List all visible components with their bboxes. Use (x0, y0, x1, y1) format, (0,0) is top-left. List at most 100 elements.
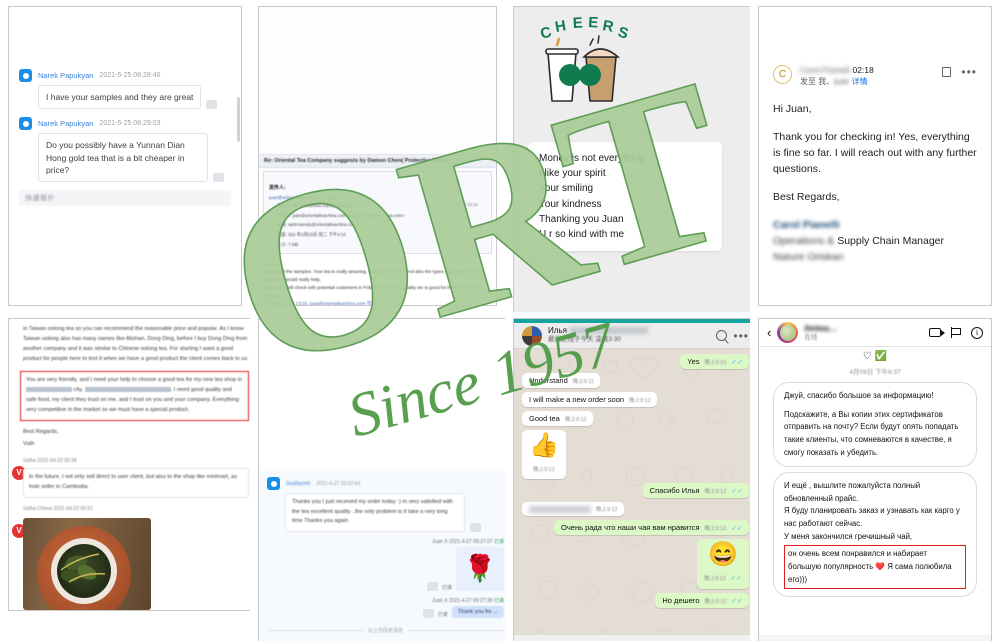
sticker-chat-panel: C H E E R S Money is not everything I li… (513, 6, 750, 312)
whatsapp-panel: Илья 最后上线于今天 凌晨3:30 ••• Yes 晚上9:10 ✓✓ Un… (513, 318, 750, 641)
email-quote-line: 在 2021-05-25 13:25, juan@orientalteachin… (265, 300, 378, 306)
sender-name: Narek Papukyan (38, 119, 94, 129)
message-timestamp: 晚上9:12 (704, 489, 727, 495)
whatsapp-header: Илья 最后上线于今天 凌晨3:30 ••• (514, 323, 750, 349)
outgoing-message: Juan X 2021-4-27 09:27:38 已读 已读 Thank yo… (267, 597, 504, 618)
message-timestamp: 2021-5-25 06:29:03 (99, 120, 161, 128)
more-options-icon[interactable]: ••• (961, 66, 977, 78)
read-receipt-icon: ✓✓ (731, 598, 743, 605)
avatar (19, 117, 32, 131)
svg-text:H: H (554, 17, 568, 36)
email-meta-bcc: 抄送: web<wendy@orientalteachina.com> (277, 222, 360, 228)
gmail-message-header: C Carol Pianelli 02:18 发至 我、juan 详情 ••• (773, 65, 977, 88)
message-timestamp: 2021-4-27 09:27:38 (448, 597, 493, 604)
testimonial-panel: in Taiwan oolong tea so you can recommen… (8, 318, 250, 611)
divider-label: 以上为历史消息 (368, 627, 404, 634)
dm-paragraph: У меня закончился гречишный чай, (784, 531, 913, 541)
cell-alibaba-chat-2: Southporth 2021-4-27 09:02:43 Thanks you… (250, 312, 505, 641)
info-icon[interactable]: i (971, 326, 983, 339)
chat-message: Но дешего 晚上9:12 ✓✓ (522, 593, 749, 608)
sender-name: Southporth (286, 480, 311, 487)
quote-button[interactable] (426, 581, 438, 591)
signature-role: Operations & Supply Chain Manager (773, 234, 945, 247)
svg-text:E: E (572, 17, 583, 32)
message-header: Narek Papukyan 2021-5-25 06:28:46 (19, 69, 231, 82)
tea-stems (60, 553, 106, 583)
message-timestamp: 晚上9:11 (572, 379, 595, 385)
email-body: Hello, I received the samples. Your tea … (259, 257, 496, 306)
chat-message: Очень рада что наши чая вам нравится 晚上9… (522, 520, 749, 535)
cell-instagram: ‹ ilmtea… 在线 i ♡ ✅ 4月09日 下午6:37 Джуй, сп… (750, 312, 1000, 641)
message-bubble: Спасибо Илья 晚上9:12 ✓✓ (642, 483, 749, 498)
dm-paragraph: И ещё , вышлите пожалуйста полный обновл… (784, 481, 921, 503)
avatar[interactable] (522, 325, 542, 346)
search-icon[interactable] (716, 330, 728, 341)
flag-icon[interactable] (951, 327, 962, 338)
message-reactions[interactable]: ♡ ✅ (759, 347, 991, 362)
message-bubble-row: Do you possibly have a Yunnan Dian Hong … (19, 133, 231, 183)
dm-paragraph: Джуй, спасибо большое за информацию! (784, 391, 934, 400)
recipients-prefix: 发至 我、 (800, 77, 835, 87)
message-timestamp: 晚上9:12 (596, 507, 618, 513)
message-bubble: Очень рада что наши чая вам нравится 晚上9… (554, 520, 749, 535)
outgoing-meta: Juan X 2021-4-27 09:27:07 已读 (432, 538, 504, 545)
more-options-icon[interactable]: ••• (733, 330, 749, 342)
email-header-card: 发件人: juan@orientalteachina.com, web 收件人:… (263, 171, 492, 254)
read-receipt-icon: ✓✓ (731, 525, 743, 532)
video-call-icon[interactable] (929, 328, 945, 337)
message-timestamp: 晚上9:12 (704, 599, 727, 605)
poem-line: Money is not everything (539, 153, 645, 164)
thumbs-up-emoji: 👍 (529, 432, 559, 459)
chat-message: Narek Papukyan 2021-5-25 06:29:03 Do you… (19, 117, 231, 183)
my-name: Juan X (431, 597, 448, 604)
dm-bubble: И ещё , вышлите пожалуйста полный обновл… (773, 472, 977, 598)
instagram-compose-bar[interactable] (759, 635, 991, 641)
outgoing-meta: Juan X 2021-4-27 09:27:38 已读 (432, 597, 504, 604)
poem-line: I like your spirit (539, 168, 606, 180)
print-icon[interactable] (942, 67, 952, 77)
message-timestamp: 晚上9:12 (564, 417, 587, 423)
email-meta-size: 大小: 7 MB (277, 241, 299, 247)
email-panel: Re: Oriental Tea Company suggests by Dam… (258, 6, 497, 306)
avatar (267, 477, 280, 490)
instagram-contact-block[interactable]: ilmtea… 在线 (804, 323, 923, 342)
message-text: Спасибо Илья (649, 486, 700, 495)
quote-button[interactable] (470, 522, 481, 532)
whatsapp-compose-bar[interactable] (514, 634, 750, 641)
chat-message: I will make a new order soon 晚上9:12 (522, 392, 749, 407)
details-link[interactable]: 详情 (852, 77, 868, 86)
photo-meta: Vutha Chhea 2021-04-22 05:51 (23, 505, 93, 512)
quote-button[interactable] (422, 608, 434, 618)
quote-button[interactable] (206, 100, 218, 110)
read-label: 已读 (437, 611, 448, 618)
gmail-message: C Carol Pianelli 02:18 发至 我、juan 详情 ••• … (759, 7, 991, 266)
tea-leaves-photo[interactable] (23, 517, 151, 610)
message-text: Yes (687, 357, 700, 366)
gmail-panel: C Carol Pianelli 02:18 发至 我、juan 详情 ••• … (758, 6, 992, 306)
contact-name: Илья (548, 326, 710, 336)
my-name: Juan X (431, 538, 448, 545)
avatar[interactable] (777, 322, 799, 343)
redacted-text (529, 506, 591, 513)
message-text: Do you possibly have a Yunnan Dian Hong … (38, 133, 208, 183)
read-label: 已读 (441, 584, 452, 591)
scrollbar-thumb[interactable] (237, 97, 240, 142)
email-from-label: 发件人: (269, 185, 286, 191)
whatsapp-contact-block[interactable]: Илья 最后上线于今天 凌晨3:30 (548, 326, 710, 344)
testimonial-intro: in Taiwan oolong tea so you can recommen… (23, 326, 249, 362)
gmail-sender-line: Carol Pianelli 02:18 (800, 65, 934, 76)
read-receipt-icon: ✓✓ (730, 575, 742, 582)
quick-quote-label[interactable]: 快速报价 (19, 190, 231, 207)
message-text: Thanks you I just received my order toda… (285, 493, 465, 532)
signature-company: Nature Oriskan (773, 250, 844, 263)
chat-message-redacted: 晚上9:12 (522, 502, 749, 516)
quote-button[interactable] (213, 173, 224, 183)
contact-online-status: 在线 (804, 333, 818, 341)
chat-message: Good tea 晚上9:12 (522, 411, 749, 426)
cell-testimonial: in Taiwan oolong tea so you can recommen… (0, 312, 250, 641)
message-bubble: Но дешего 晚上9:12 ✓✓ (655, 593, 749, 608)
back-arrow-icon[interactable]: ‹ (767, 326, 771, 339)
instagram-header: ‹ ilmtea… 在线 i (759, 319, 991, 347)
svg-text:C: C (538, 23, 553, 42)
testimonial-signer: Vuth (23, 440, 35, 447)
